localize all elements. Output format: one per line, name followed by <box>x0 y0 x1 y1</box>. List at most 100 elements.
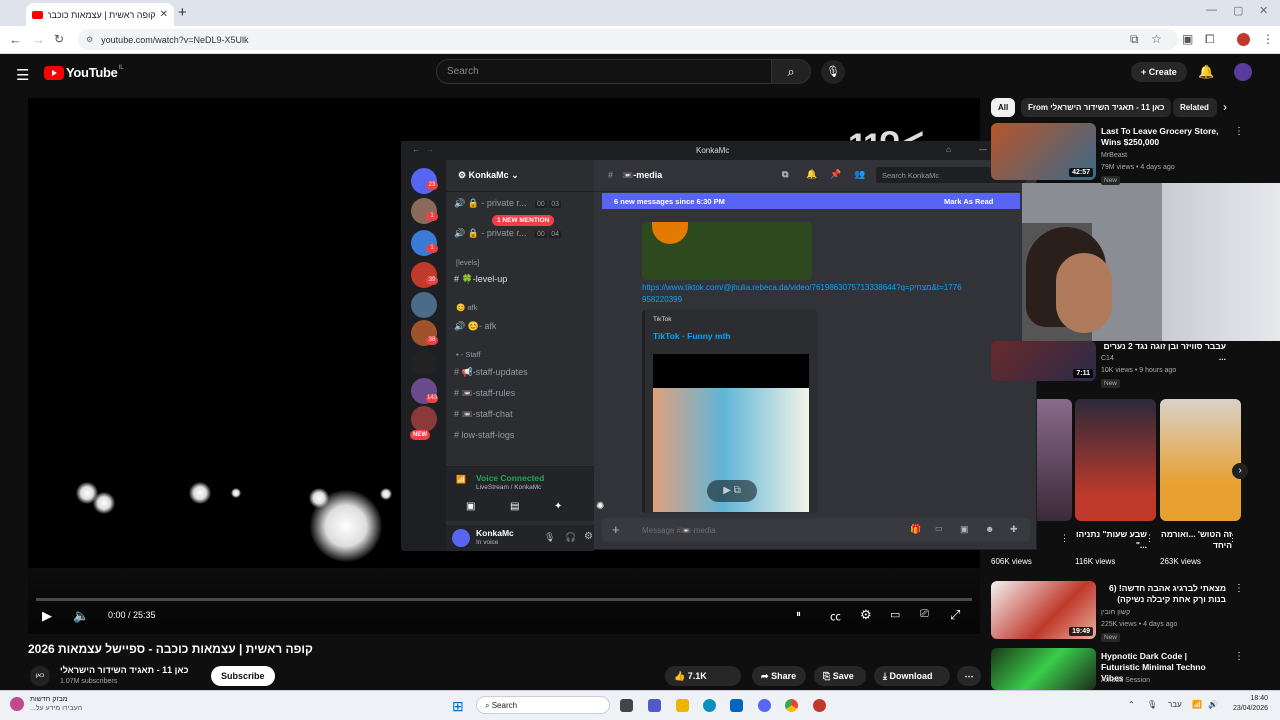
short-menu-icon[interactable]: ⋮ <box>1228 533 1237 544</box>
server-icon[interactable] <box>411 406 437 432</box>
threads-icon[interactable]: ⧉ <box>782 169 788 180</box>
discord-forward-icon[interactable]: → <box>426 145 434 154</box>
maximize-icon[interactable]: ▢ <box>1233 4 1243 17</box>
gif-icon[interactable]: ▭ <box>935 524 943 533</box>
discord-window[interactable]: ← → KonkaMc ⌂ — ▢ ✕ 23 1 1 39 38 143 NEW… <box>401 141 1038 551</box>
volume-tray-icon[interactable]: 🔊 <box>1208 700 1218 709</box>
server-icon[interactable] <box>411 350 437 376</box>
news-widget-icon[interactable] <box>10 697 24 711</box>
discord-taskbar-icon[interactable] <box>758 699 771 712</box>
short-menu-icon[interactable]: ⋮ <box>1145 533 1154 544</box>
text-channel[interactable]: # 📢-staff-updates <box>454 367 588 378</box>
notification-icon[interactable]: 🔔 <box>806 169 817 180</box>
chip-next-icon[interactable]: › <box>1223 100 1227 114</box>
captions-icon[interactable]: ㏄ <box>830 608 841 624</box>
short-thumbnail[interactable] <box>1075 399 1156 521</box>
windows-start-icon[interactable]: ⊞ <box>452 698 464 715</box>
fullscreen-icon[interactable]: ⤢ <box>950 607 960 623</box>
profile-avatar[interactable] <box>1237 33 1250 46</box>
text-channel[interactable]: # 📼-staff-rules <box>454 388 588 399</box>
user-settings-icon[interactable]: ⚙ <box>584 531 593 542</box>
new-mention-badge[interactable]: 1 NEW MENTION <box>492 215 555 226</box>
activities-icon[interactable]: ✦ <box>554 501 562 512</box>
shorts-next-icon[interactable]: › <box>1232 463 1248 479</box>
short-menu-icon[interactable]: ⋮ <box>1060 533 1069 544</box>
video-title[interactable]: עבבר סוויזר ובן זוגה נגד 2 נערים ... <box>1101 341 1226 363</box>
browser-menu-icon[interactable]: ⋮ <box>1262 32 1274 46</box>
share-button[interactable]: ➦ Share <box>752 666 806 686</box>
search-button[interactable]: ⌕ <box>771 59 811 84</box>
inbox-icon[interactable]: ⌂ <box>946 145 951 154</box>
channel-name[interactable]: כאן 11 - תאגיד השידור הישראלי <box>60 665 188 675</box>
back-icon[interactable]: ← <box>9 32 22 47</box>
text-channel[interactable]: # low-staff-logs <box>454 430 588 440</box>
notifications-bell-icon[interactable]: 🔔 <box>1198 64 1214 80</box>
embed-image[interactable] <box>642 222 812 280</box>
video-progress-bar[interactable] <box>36 598 972 601</box>
url-bar[interactable]: ⚙ youtube.com/watch?v=NeDL9-X5Ulk <box>78 29 1178 50</box>
chip-from-channel[interactable]: From כאן 11 - תאגיד השידור הישראלי <box>1021 98 1172 117</box>
voice-channel[interactable]: 🔊 🔒 - private r... 00 04 <box>454 228 588 239</box>
miniplayer-icon[interactable]: ▭ <box>890 608 900 621</box>
mark-as-read-button[interactable]: Mark As Read <box>944 197 993 206</box>
menu-icon[interactable]: ☰ <box>16 66 29 84</box>
task-view-icon[interactable] <box>620 699 633 712</box>
video-menu-icon[interactable]: ⋮ <box>1234 126 1244 137</box>
minimize-icon[interactable]: — <box>979 145 987 154</box>
wifi-icon[interactable]: 📶 <box>1192 700 1202 709</box>
video-thumbnail[interactable]: 19:49 <box>991 581 1096 639</box>
video-thumbnail[interactable]: 7:11 <box>991 341 1096 381</box>
video-channel[interactable]: C14 <box>1101 354 1114 364</box>
emoji-icon[interactable]: ☻ <box>985 524 994 534</box>
new-tab-button[interactable]: + <box>178 4 187 21</box>
extensions-puzzle-icon[interactable]: ⧠ <box>1205 32 1215 47</box>
site-info-icon[interactable]: ⚙ <box>86 35 93 44</box>
youtube-logo[interactable]: YouTube IL <box>44 65 124 80</box>
embed-video[interactable]: ▶ ⧉ <box>653 354 809 512</box>
short-thumbnail[interactable] <box>1037 399 1072 521</box>
embed-play-icon[interactable]: ▶ ⧉ <box>707 480 757 502</box>
close-window-icon[interactable]: ✕ <box>1259 4 1268 17</box>
autoplay-toggle-icon[interactable]: ⏸ <box>796 609 801 620</box>
attach-plus-icon[interactable]: + <box>612 522 620 537</box>
chip-all[interactable]: All <box>991 98 1016 117</box>
user-avatar[interactable] <box>452 529 470 547</box>
server-header[interactable]: ⚙ KonkaMc ⌄ <box>446 160 594 192</box>
gift-icon[interactable]: 🎁 <box>910 524 921 535</box>
save-button[interactable]: ⎘ Save <box>814 666 866 686</box>
browser-tab[interactable]: קופה ראשית | עצמאות כוכבה - ספיישל עצמאו… <box>26 3 174 26</box>
category-afk[interactable]: 😊 afk <box>456 303 477 312</box>
channel-avatar[interactable]: כאן <box>30 666 50 686</box>
pinned-icon[interactable]: 📌 <box>830 169 841 180</box>
video-channel[interactable]: קשון חובין <box>1101 608 1130 618</box>
voice-channel-name[interactable]: LiveStream / KonkaMc <box>476 484 541 491</box>
subscribe-button[interactable]: Subscribe <box>211 666 275 686</box>
settings-gear-icon[interactable]: ⚙ <box>860 607 872 623</box>
category-staff[interactable]: ▪ - Staff <box>456 350 481 359</box>
embed-title[interactable]: TikTok · Funny mth <box>653 331 731 341</box>
minimize-icon[interactable]: — <box>1206 4 1217 16</box>
voice-channel-afk[interactable]: 🔊 😊- afk <box>454 321 588 332</box>
cast-icon[interactable]: ⎚ <box>920 608 929 621</box>
video-channel[interactable]: Amoda Session <box>1101 676 1150 686</box>
search-input[interactable]: Search <box>436 59 772 84</box>
reload-icon[interactable]: ↻ <box>54 32 64 46</box>
discord-back-icon[interactable]: ← <box>412 145 420 154</box>
app-icon[interactable] <box>813 699 826 712</box>
video-title[interactable]: מצאתי לברגיג אהבה חדשה! (6 בנות וךק אחת … <box>1101 583 1226 605</box>
create-button[interactable]: + Create <box>1131 62 1187 82</box>
server-icon[interactable] <box>411 292 437 318</box>
extension-icon[interactable]: ▣ <box>1182 32 1193 46</box>
video-title[interactable]: Last To Leave Grocery Store, Wins $250,0… <box>1101 126 1226 148</box>
category-levels[interactable]: [levels] <box>456 258 479 267</box>
download-button[interactable]: ⤓ Download <box>874 666 950 686</box>
chrome-icon[interactable] <box>785 699 798 712</box>
video-thumbnail[interactable] <box>991 648 1096 690</box>
tray-mic-icon[interactable]: 🎙 <box>1147 700 1157 709</box>
more-actions-icon[interactable]: ⋯ <box>957 666 981 686</box>
message-composer[interactable]: + Message #📼-media 🎁 ▭ ▣ ☻ ✚ <box>602 518 1030 542</box>
text-channel-level-up[interactable]: # 🍀-level-up <box>454 274 588 285</box>
short-title[interactable]: שבע שעות" נתניהו ..." <box>1075 529 1147 551</box>
tiktok-link[interactable]: https://www.tiktok.com/@jhulia.rebeca.da… <box>642 282 962 306</box>
news-widget-title[interactable]: מבזק חדשות <box>30 696 68 703</box>
